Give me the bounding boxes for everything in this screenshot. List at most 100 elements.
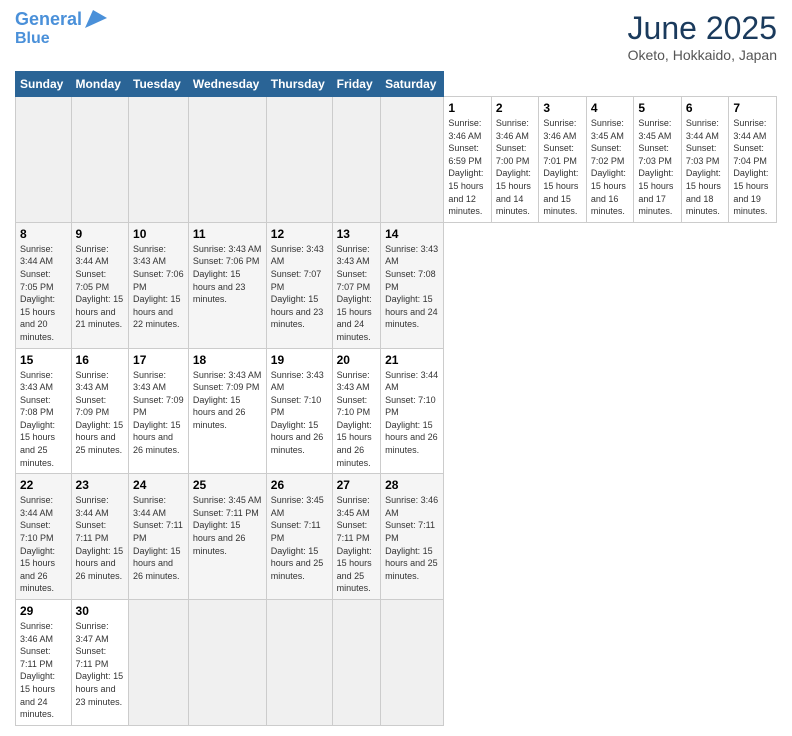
day-info: Sunrise: 3:43 AM Sunset: 7:07 PM Dayligh… [271,243,328,331]
table-row: 3 Sunrise: 3:46 AM Sunset: 7:01 PM Dayli… [539,97,587,223]
day-info: Sunrise: 3:46 AM Sunset: 6:59 PM Dayligh… [448,117,487,218]
logo-icon [85,10,107,28]
table-row: 8 Sunrise: 3:44 AM Sunset: 7:05 PM Dayli… [16,222,72,348]
day-number: 12 [271,227,328,241]
day-info: Sunrise: 3:46 AM Sunset: 7:11 PM Dayligh… [385,494,439,582]
day-number: 24 [133,478,184,492]
day-info: Sunrise: 3:43 AM Sunset: 7:10 PM Dayligh… [271,369,328,457]
day-info: Sunrise: 3:44 AM Sunset: 7:03 PM Dayligh… [686,117,725,218]
day-info: Sunrise: 3:43 AM Sunset: 7:07 PM Dayligh… [337,243,376,344]
table-row: 2 Sunrise: 3:46 AM Sunset: 7:00 PM Dayli… [491,97,539,223]
table-row: 5 Sunrise: 3:45 AM Sunset: 7:03 PM Dayli… [634,97,682,223]
day-number: 26 [271,478,328,492]
table-row: 15 Sunrise: 3:43 AM Sunset: 7:08 PM Dayl… [16,348,72,474]
table-row: 21 Sunrise: 3:44 AM Sunset: 7:10 PM Dayl… [381,348,444,474]
header: General Blue June 2025 Oketo, Hokkaido, … [15,10,777,63]
day-number: 30 [76,604,124,618]
day-number: 28 [385,478,439,492]
table-row [266,97,332,223]
table-row: 10 Sunrise: 3:43 AM Sunset: 7:06 PM Dayl… [129,222,189,348]
day-number: 10 [133,227,184,241]
table-row: 24 Sunrise: 3:44 AM Sunset: 7:11 PM Dayl… [129,474,189,600]
table-row [188,600,266,726]
day-info: Sunrise: 3:44 AM Sunset: 7:10 PM Dayligh… [385,369,439,457]
day-number: 19 [271,353,328,367]
day-number: 13 [337,227,376,241]
table-row: 4 Sunrise: 3:45 AM Sunset: 7:02 PM Dayli… [586,97,634,223]
day-info: Sunrise: 3:43 AM Sunset: 7:09 PM Dayligh… [193,369,262,432]
table-row: 13 Sunrise: 3:43 AM Sunset: 7:07 PM Dayl… [332,222,380,348]
day-number: 20 [337,353,376,367]
table-row [16,97,72,223]
day-number: 9 [76,227,124,241]
day-info: Sunrise: 3:43 AM Sunset: 7:10 PM Dayligh… [337,369,376,470]
table-row [188,97,266,223]
day-info: Sunrise: 3:45 AM Sunset: 7:02 PM Dayligh… [591,117,630,218]
day-number: 21 [385,353,439,367]
day-info: Sunrise: 3:43 AM Sunset: 7:06 PM Dayligh… [193,243,262,306]
day-number: 25 [193,478,262,492]
calendar-header-row: Sunday Monday Tuesday Wednesday Thursday… [16,72,777,97]
table-row: 11 Sunrise: 3:43 AM Sunset: 7:06 PM Dayl… [188,222,266,348]
col-friday: Friday [332,72,380,97]
table-row: 6 Sunrise: 3:44 AM Sunset: 7:03 PM Dayli… [681,97,729,223]
day-info: Sunrise: 3:43 AM Sunset: 7:08 PM Dayligh… [20,369,67,470]
calendar-table: Sunday Monday Tuesday Wednesday Thursday… [15,71,777,726]
calendar-week-row: 1 Sunrise: 3:46 AM Sunset: 6:59 PM Dayli… [16,97,777,223]
day-number: 11 [193,227,262,241]
table-row: 22 Sunrise: 3:44 AM Sunset: 7:10 PM Dayl… [16,474,72,600]
table-row: 16 Sunrise: 3:43 AM Sunset: 7:09 PM Dayl… [71,348,128,474]
col-monday: Monday [71,72,128,97]
day-number: 23 [76,478,124,492]
calendar-week-row: 29 Sunrise: 3:46 AM Sunset: 7:11 PM Dayl… [16,600,777,726]
table-row: 28 Sunrise: 3:46 AM Sunset: 7:11 PM Dayl… [381,474,444,600]
day-number: 29 [20,604,67,618]
day-info: Sunrise: 3:45 AM Sunset: 7:11 PM Dayligh… [271,494,328,582]
logo: General Blue [15,10,107,47]
day-info: Sunrise: 3:43 AM Sunset: 7:08 PM Dayligh… [385,243,439,331]
table-row: 27 Sunrise: 3:45 AM Sunset: 7:11 PM Dayl… [332,474,380,600]
day-info: Sunrise: 3:43 AM Sunset: 7:09 PM Dayligh… [133,369,184,457]
table-row: 12 Sunrise: 3:43 AM Sunset: 7:07 PM Dayl… [266,222,332,348]
logo-subtext: Blue [15,30,50,48]
table-row: 1 Sunrise: 3:46 AM Sunset: 6:59 PM Dayli… [444,97,492,223]
day-info: Sunrise: 3:46 AM Sunset: 7:01 PM Dayligh… [543,117,582,218]
col-sunday: Sunday [16,72,72,97]
day-info: Sunrise: 3:43 AM Sunset: 7:06 PM Dayligh… [133,243,184,331]
table-row [129,97,189,223]
table-row: 20 Sunrise: 3:43 AM Sunset: 7:10 PM Dayl… [332,348,380,474]
col-saturday: Saturday [381,72,444,97]
day-number: 18 [193,353,262,367]
table-row: 30 Sunrise: 3:47 AM Sunset: 7:11 PM Dayl… [71,600,128,726]
title-section: June 2025 Oketo, Hokkaido, Japan [628,10,777,63]
calendar-week-row: 8 Sunrise: 3:44 AM Sunset: 7:05 PM Dayli… [16,222,777,348]
table-row: 9 Sunrise: 3:44 AM Sunset: 7:05 PM Dayli… [71,222,128,348]
table-row: 7 Sunrise: 3:44 AM Sunset: 7:04 PM Dayli… [729,97,777,223]
day-info: Sunrise: 3:44 AM Sunset: 7:10 PM Dayligh… [20,494,67,595]
table-row: 29 Sunrise: 3:46 AM Sunset: 7:11 PM Dayl… [16,600,72,726]
day-number: 1 [448,101,487,115]
day-number: 2 [496,101,535,115]
day-info: Sunrise: 3:44 AM Sunset: 7:05 PM Dayligh… [76,243,124,331]
table-row [129,600,189,726]
day-number: 22 [20,478,67,492]
day-number: 17 [133,353,184,367]
table-row: 14 Sunrise: 3:43 AM Sunset: 7:08 PM Dayl… [381,222,444,348]
day-info: Sunrise: 3:45 AM Sunset: 7:11 PM Dayligh… [193,494,262,557]
table-row [381,600,444,726]
logo-text: General [15,10,82,30]
page-container: General Blue June 2025 Oketo, Hokkaido, … [0,0,792,736]
calendar-week-row: 22 Sunrise: 3:44 AM Sunset: 7:10 PM Dayl… [16,474,777,600]
day-number: 15 [20,353,67,367]
table-row: 17 Sunrise: 3:43 AM Sunset: 7:09 PM Dayl… [129,348,189,474]
col-wednesday: Wednesday [188,72,266,97]
day-info: Sunrise: 3:46 AM Sunset: 7:00 PM Dayligh… [496,117,535,218]
day-info: Sunrise: 3:47 AM Sunset: 7:11 PM Dayligh… [76,620,124,708]
day-number: 14 [385,227,439,241]
day-number: 8 [20,227,67,241]
day-info: Sunrise: 3:43 AM Sunset: 7:09 PM Dayligh… [76,369,124,457]
day-info: Sunrise: 3:44 AM Sunset: 7:11 PM Dayligh… [76,494,124,582]
day-info: Sunrise: 3:44 AM Sunset: 7:04 PM Dayligh… [733,117,772,218]
day-number: 6 [686,101,725,115]
day-number: 27 [337,478,376,492]
